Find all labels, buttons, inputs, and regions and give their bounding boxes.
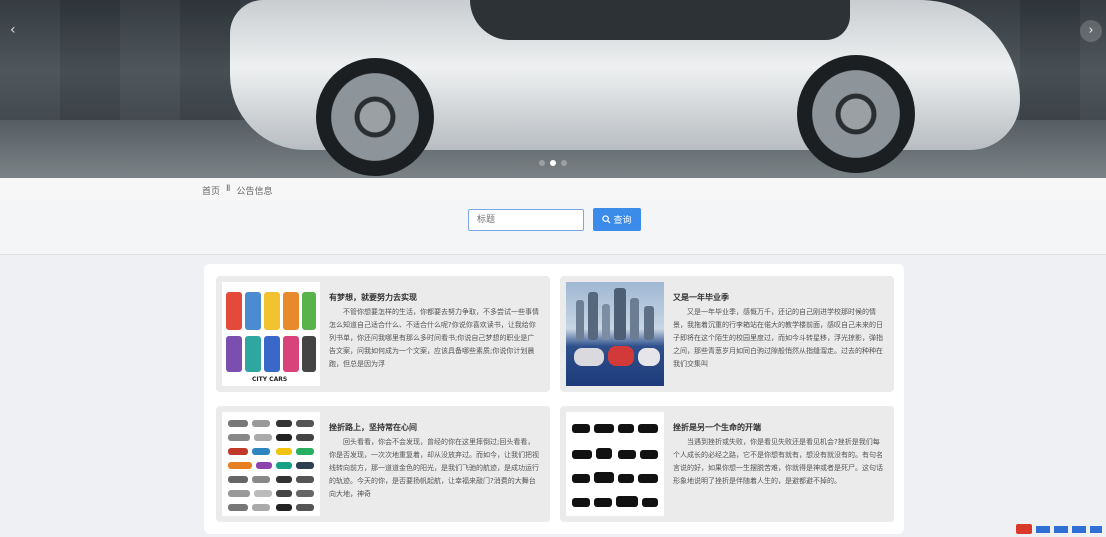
rear-wheel (797, 55, 915, 173)
slide-indicators (539, 160, 567, 166)
notice-title[interactable]: 又是一年毕业季 (673, 292, 883, 303)
notice-card[interactable]: 挫折路上，坚持常在心间 回头看看，你会不会发现，曾经的你在这里摔倒过;回头看看，… (216, 406, 550, 522)
notice-desc: 回头看看，你会不会发现，曾经的你在这里摔倒过;回头看看，你是否发现，一次次地重复… (329, 438, 539, 498)
breadcrumb-home[interactable]: 首页 (202, 184, 220, 197)
hero-banner[interactable]: ‹ › (0, 0, 1106, 178)
notice-list: CITY CARS 有梦想，就要努力去实现 不管你想要怎样的生活，你都要去努力争… (204, 264, 904, 534)
breadcrumb-separator: Ⅱ (226, 184, 231, 194)
car-window (470, 0, 850, 40)
search-button-label: 查询 (613, 216, 632, 226)
slide-dot-active[interactable] (550, 160, 556, 166)
prev-slide-icon[interactable]: ‹ (10, 22, 16, 38)
notice-desc: 又是一年毕业季，感慨万千，还记的自己刚进学校那时候的情景，我拖着沉重的行李箱站在… (673, 308, 883, 368)
notice-desc: 不管你想要怎样的生活，你都要去努力争取，不多尝试一些事情怎么知道自己适合什么、不… (329, 308, 539, 368)
notice-title[interactable]: 挫折是另一个生命的开端 (673, 422, 883, 433)
breadcrumb-current: 公告信息 (236, 187, 273, 197)
breadcrumb: 首页 Ⅱ 公告信息 (202, 184, 272, 197)
breadcrumb-bar: 首页 Ⅱ 公告信息 (0, 178, 1106, 201)
front-wheel (316, 58, 434, 176)
notice-card[interactable]: CITY CARS 有梦想，就要努力去实现 不管你想要怎样的生活，你都要去努力争… (216, 276, 550, 392)
site-logo (1016, 524, 1102, 537)
notice-thumbnail (566, 282, 664, 386)
notice-desc: 当遇到挫折或失败，你是看见失败还是看见机会?挫折是我们每个人成长的必经之路，它不… (673, 438, 883, 485)
thumbnail-caption: CITY CARS (252, 376, 288, 383)
notice-thumbnail: CITY CARS (222, 282, 320, 386)
slide-dot[interactable] (539, 160, 545, 166)
next-slide-icon[interactable]: › (1080, 20, 1102, 42)
notice-card[interactable]: 挫折是另一个生命的开端 当遇到挫折或失败，你是看见失败还是看见机会?挫折是我们每… (560, 406, 894, 522)
notice-title[interactable]: 挫折路上，坚持常在心间 (329, 422, 539, 433)
notice-thumbnail (222, 412, 320, 516)
notice-title[interactable]: 有梦想，就要努力去实现 (329, 292, 539, 303)
notice-card[interactable]: 又是一年毕业季 又是一年毕业季，感慨万千，还记的自己刚进学校那时候的情景，我拖着… (560, 276, 894, 392)
search-input[interactable] (468, 209, 584, 231)
search-icon (602, 215, 611, 224)
logo-icon (1016, 524, 1102, 534)
slide-dot[interactable] (561, 160, 567, 166)
search-button[interactable]: 查询 (593, 208, 641, 231)
notice-thumbnail (566, 412, 664, 516)
